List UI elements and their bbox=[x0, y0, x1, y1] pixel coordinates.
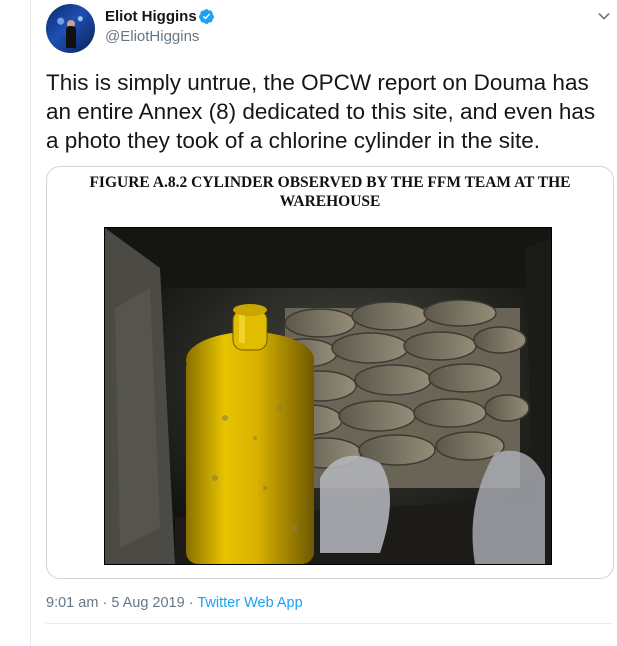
warehouse-photo-illustration bbox=[105, 228, 551, 564]
tweet-time[interactable]: 9:01 am bbox=[46, 595, 98, 611]
warehouse-photo bbox=[104, 227, 552, 565]
meta-separator: · bbox=[188, 595, 194, 611]
chevron-down-icon[interactable] bbox=[596, 8, 612, 24]
tweet-text: This is simply untrue, the OPCW report o… bbox=[46, 70, 596, 153]
chlorine-cylinder bbox=[186, 304, 314, 564]
tweet-metadata: 9:01 am · 5 Aug 2019 · Twitter Web App bbox=[46, 595, 303, 611]
attached-image-card[interactable]: FIGURE A.8.2 CYLINDER OBSERVED BY THE FF… bbox=[46, 166, 614, 579]
figure-caption: FIGURE A.8.2 CYLINDER OBSERVED BY THE FF… bbox=[47, 173, 613, 211]
tweet-date[interactable]: 5 Aug 2019 bbox=[111, 595, 184, 611]
meta-separator: · bbox=[102, 595, 108, 611]
verified-badge-icon bbox=[199, 9, 214, 24]
figure-caption-line-1: FIGURE A.8.2 CYLINDER OBSERVED BY THE FF… bbox=[89, 174, 571, 191]
timeline-border bbox=[30, 0, 31, 646]
figure-caption-line-2: WAREHOUSE bbox=[279, 193, 381, 210]
avatar[interactable] bbox=[46, 4, 95, 53]
divider bbox=[46, 623, 612, 624]
source-link[interactable]: Twitter Web App bbox=[197, 595, 302, 611]
avatar-figure bbox=[66, 26, 76, 48]
author-handle[interactable]: @EliotHiggins bbox=[105, 28, 199, 45]
author-name[interactable]: Eliot Higgins bbox=[105, 8, 197, 25]
